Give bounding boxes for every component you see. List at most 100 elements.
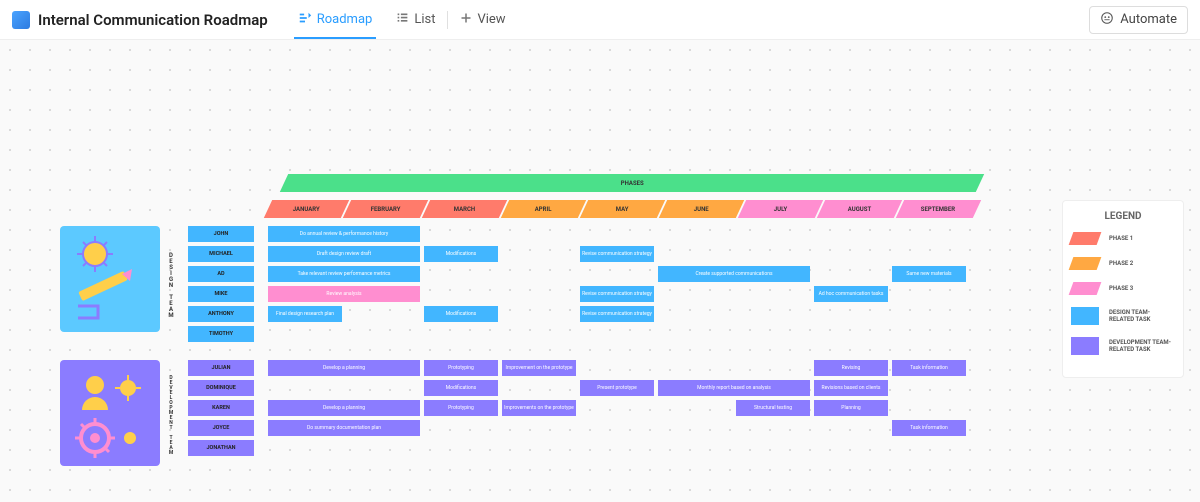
task-bar[interactable]: Review analysis	[268, 286, 420, 302]
legend-label: DEVELOPMENT TEAM-RELATED TASK	[1109, 339, 1175, 353]
task-bar[interactable]: Revise communication strategy	[580, 306, 654, 322]
task-bar[interactable]: Revisions based on clients	[814, 380, 888, 396]
person-jonathan: JONATHAN	[188, 440, 254, 456]
legend-item: DESIGN TEAM-RELATED TASK	[1071, 307, 1175, 325]
task-bar[interactable]: Planning	[814, 400, 888, 416]
task-row: Review analysis Revise communication stra…	[268, 286, 968, 302]
task-bar[interactable]: Prototyping	[424, 400, 498, 416]
month-june: JUNE	[659, 200, 744, 218]
task-bar[interactable]: Ad hoc communication tasks	[814, 286, 888, 302]
task-bar[interactable]: Modifications	[424, 306, 498, 322]
task-bar[interactable]: Draft design review draft	[268, 246, 420, 262]
person-karen: KAREN	[188, 400, 254, 416]
person-joyce: JOYCE	[188, 420, 254, 436]
tab-list[interactable]: List	[384, 0, 447, 39]
task-bar[interactable]: Modifications	[424, 380, 498, 396]
task-bar[interactable]: Revising	[814, 360, 888, 376]
tab-label: Roadmap	[317, 12, 373, 27]
legend-label: PHASE 1	[1109, 235, 1133, 242]
month-january: JANUARY	[264, 200, 349, 218]
task-bar[interactable]: Do summary documentation plan	[268, 420, 420, 436]
app-icon	[12, 11, 30, 29]
legend-item: PHASE 3	[1071, 282, 1175, 295]
tab-add-view[interactable]: View	[448, 0, 517, 39]
legend-label: DESIGN TEAM-RELATED TASK	[1109, 309, 1175, 323]
dev-team-illustration	[60, 360, 160, 466]
legend-title: LEGEND	[1071, 211, 1175, 222]
legend-item: PHASE 1	[1071, 232, 1175, 245]
view-tabs: Roadmap List View	[286, 0, 518, 39]
automate-button[interactable]: Automate	[1089, 6, 1188, 34]
robot-icon	[1100, 11, 1114, 29]
legend-panel: LEGEND PHASE 1 PHASE 2 PHASE 3 DESIGN TEAM-…	[1062, 200, 1184, 378]
person-john: JOHN	[188, 226, 254, 242]
task-bar[interactable]: Same new materials	[892, 266, 966, 282]
top-bar: Internal Communication Roadmap Roadmap L…	[0, 0, 1200, 40]
legend-item: PHASE 2	[1071, 257, 1175, 270]
design-team-label: DESIGN TEAM	[164, 240, 178, 330]
phases-band: PHASES	[280, 174, 984, 192]
task-row: Final design research plan Modifications R…	[268, 306, 968, 322]
person-julian: JULIAN	[188, 360, 254, 376]
task-bar[interactable]: Develop a planning	[268, 360, 420, 376]
task-row: Develop a planningPrototypingImprovement…	[268, 360, 968, 376]
month-september: SEPTEMBER	[896, 200, 981, 218]
month-april: APRIL	[501, 200, 586, 218]
list-icon	[396, 11, 409, 28]
task-row	[268, 440, 968, 456]
dev-name-column: JULIAN DOMINIQUE KAREN JOYCE JONATHAN	[188, 360, 254, 460]
tab-label: List	[414, 12, 435, 27]
task-bar[interactable]: Modifications	[424, 246, 498, 262]
task-bar[interactable]: Present prototype	[580, 380, 654, 396]
task-row: Modifications Present prototypeMonthly re…	[268, 380, 968, 396]
person-michael: MICHAEL	[188, 246, 254, 262]
person-dominique: DOMINIQUE	[188, 380, 254, 396]
task-row: Develop a planningPrototypingImprovement…	[268, 400, 968, 416]
legend-swatch	[1071, 307, 1099, 325]
task-bar[interactable]: Improvement on the prototype	[502, 360, 576, 376]
task-bar[interactable]: Prototyping	[424, 360, 498, 376]
legend-item: DEVELOPMENT TEAM-RELATED TASK	[1071, 337, 1175, 355]
task-bar[interactable]: Create supported communications	[658, 266, 810, 282]
task-row: Do annual review & performance history	[268, 226, 968, 242]
task-bar[interactable]: Monthly report based on analysis	[658, 380, 810, 396]
legend-swatch	[1069, 257, 1102, 270]
task-bar[interactable]: Structural testing	[736, 400, 810, 416]
legend-swatch	[1069, 232, 1102, 245]
month-may: MAY	[580, 200, 665, 218]
person-anthony: ANTHONY	[188, 306, 254, 322]
task-bar[interactable]: Develop a planning	[268, 400, 420, 416]
person-timothy: TIMOTHY	[188, 326, 254, 342]
task-bar[interactable]: Revise communication strategy	[580, 286, 654, 302]
legend-label: PHASE 2	[1109, 260, 1133, 267]
page-title: Internal Communication Roadmap	[38, 11, 268, 29]
task-bar[interactable]: Improvements on the prototype	[502, 400, 576, 416]
task-bar[interactable]: Revise communication strategy	[580, 246, 654, 262]
task-bar[interactable]: Take relevant review performance metrics	[268, 266, 420, 282]
design-name-column: JOHN MICHAEL AD MIKE ANTHONY TIMOTHY	[188, 226, 254, 346]
design-team-illustration	[60, 226, 160, 332]
month-february: FEBRUARY	[343, 200, 428, 218]
task-row	[268, 326, 968, 342]
dev-task-grid: Develop a planningPrototypingImprovement…	[268, 360, 968, 460]
tab-roadmap[interactable]: Roadmap	[286, 0, 385, 39]
task-bar[interactable]: Final design research plan	[268, 306, 342, 322]
task-row: Draft design review draftModifications Re…	[268, 246, 968, 262]
legend-swatch	[1069, 282, 1102, 295]
design-task-grid: Do annual review & performance history Dr…	[268, 226, 968, 346]
task-row: Take relevant review performance metrics…	[268, 266, 968, 282]
task-bar[interactable]: Do annual review & performance history	[268, 226, 420, 242]
roadmap-canvas[interactable]: PHASES JANUARYFEBRUARYMARCHAPRILMAYJUNEJ…	[0, 40, 1200, 502]
dev-team-label: DEVELOPMENT TEAM	[164, 365, 178, 465]
automate-label: Automate	[1120, 12, 1177, 27]
person-ad: AD	[188, 266, 254, 282]
plus-icon	[460, 12, 472, 28]
month-august: AUGUST	[817, 200, 902, 218]
person-mike: MIKE	[188, 286, 254, 302]
month-july: JULY	[738, 200, 823, 218]
task-row: Do summary documentation plan Task inform…	[268, 420, 968, 436]
legend-label: PHASE 3	[1109, 285, 1133, 292]
legend-swatch	[1071, 337, 1099, 355]
task-bar[interactable]: Task information	[892, 420, 966, 436]
task-bar[interactable]: Task information	[892, 360, 966, 376]
